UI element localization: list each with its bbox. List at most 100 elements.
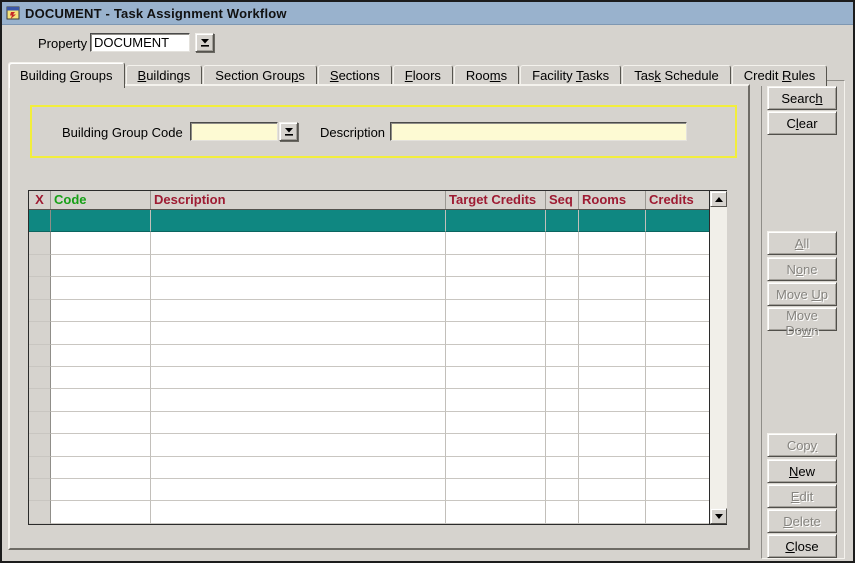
table-cell — [51, 412, 151, 434]
table-cell — [151, 367, 446, 389]
table-cell — [29, 412, 51, 434]
scrollbar-track[interactable] — [710, 207, 727, 508]
table-cell — [579, 322, 646, 344]
all-button[interactable]: All — [767, 231, 837, 255]
building-group-code-lov-button[interactable] — [279, 122, 298, 141]
tab-sections[interactable]: Sections — [318, 65, 392, 86]
table-row[interactable] — [29, 277, 709, 299]
tab-buildings[interactable]: Buildings — [126, 65, 203, 86]
table-cell — [151, 389, 446, 411]
table-cell — [546, 210, 579, 232]
table-row[interactable] — [29, 232, 709, 254]
tab-credit-rules[interactable]: Credit Rules — [732, 65, 828, 86]
tab-rooms[interactable]: Rooms — [454, 65, 519, 86]
close-button[interactable]: Close — [767, 534, 837, 558]
property-label: Property — [38, 36, 87, 51]
table-header-row: X Code Description Target Credits Seq Ro… — [29, 191, 709, 210]
table-cell — [51, 322, 151, 344]
clear-button[interactable]: Clear — [767, 111, 837, 135]
table-cell — [446, 389, 546, 411]
table-row[interactable] — [29, 300, 709, 322]
tab-section-groups[interactable]: Section Groups — [203, 65, 317, 86]
tab-building-groups[interactable]: Building Groups — [8, 62, 125, 88]
table-cell — [579, 457, 646, 479]
property-input[interactable] — [90, 33, 190, 52]
table-cell — [446, 300, 546, 322]
application-icon — [5, 5, 21, 21]
tab-bar: Building Groups Buildings Section Groups… — [8, 60, 748, 86]
table-cell — [151, 479, 446, 501]
table-cell — [646, 389, 711, 411]
table-cell — [446, 345, 546, 367]
table-body — [29, 210, 709, 524]
tab-task-schedule[interactable]: Task Schedule — [622, 65, 731, 86]
table-cell — [29, 210, 51, 232]
table-cell — [646, 434, 711, 456]
table-cell — [646, 277, 711, 299]
scroll-up-button[interactable] — [710, 191, 727, 207]
table-row[interactable] — [29, 389, 709, 411]
tab-facility-tasks[interactable]: Facility Tasks — [520, 65, 621, 86]
property-lov-button[interactable] — [195, 33, 214, 52]
table-cell — [579, 232, 646, 254]
description-label: Description — [320, 125, 385, 140]
table-row[interactable] — [29, 434, 709, 456]
description-input[interactable] — [390, 122, 687, 141]
table-cell — [51, 232, 151, 254]
table-cell — [646, 412, 711, 434]
edit-button[interactable]: Edit — [767, 484, 837, 508]
move-up-button[interactable]: Move Up — [767, 282, 837, 306]
table-cell — [546, 501, 579, 523]
search-button[interactable]: Search — [767, 86, 837, 110]
table-cell — [29, 277, 51, 299]
down-arrow-icon — [715, 514, 723, 519]
table-row[interactable] — [29, 457, 709, 479]
table-cell — [579, 300, 646, 322]
table-cell — [446, 412, 546, 434]
table-row[interactable] — [29, 210, 709, 232]
table-cell — [51, 501, 151, 523]
table-cell — [546, 412, 579, 434]
table-cell — [446, 232, 546, 254]
vertical-scrollbar[interactable] — [709, 191, 727, 524]
table-row[interactable] — [29, 322, 709, 344]
table-cell — [151, 255, 446, 277]
table-cell — [646, 322, 711, 344]
table-cell — [151, 434, 446, 456]
scroll-down-button[interactable] — [710, 508, 727, 524]
table-cell — [546, 434, 579, 456]
results-table: X Code Description Target Credits Seq Ro… — [28, 190, 727, 525]
table-cell — [29, 434, 51, 456]
building-group-code-input[interactable] — [190, 122, 278, 141]
table-cell — [579, 277, 646, 299]
table-row[interactable] — [29, 367, 709, 389]
table-cell — [29, 389, 51, 411]
table-row[interactable] — [29, 501, 709, 523]
table-cell — [446, 322, 546, 344]
table-cell — [546, 322, 579, 344]
copy-button[interactable]: Copy — [767, 433, 837, 457]
table-cell — [579, 479, 646, 501]
table-cell — [546, 255, 579, 277]
table-cell — [51, 479, 151, 501]
new-button[interactable]: New — [767, 459, 837, 483]
table-row[interactable] — [29, 345, 709, 367]
table-cell — [546, 367, 579, 389]
table-cell — [579, 389, 646, 411]
tab-floors[interactable]: Floors — [393, 65, 453, 86]
table-cell — [646, 345, 711, 367]
none-button[interactable]: None — [767, 257, 837, 281]
table-row[interactable] — [29, 479, 709, 501]
table-cell — [51, 345, 151, 367]
table-cell — [51, 389, 151, 411]
table-cell — [29, 479, 51, 501]
table-cell — [151, 345, 446, 367]
table-row[interactable] — [29, 412, 709, 434]
delete-button[interactable]: Delete — [767, 509, 837, 533]
table-row[interactable] — [29, 255, 709, 277]
table-cell — [579, 367, 646, 389]
table-cell — [151, 322, 446, 344]
move-down-button[interactable]: Move Down — [767, 307, 837, 331]
up-arrow-icon — [715, 197, 723, 202]
table-cell — [51, 457, 151, 479]
